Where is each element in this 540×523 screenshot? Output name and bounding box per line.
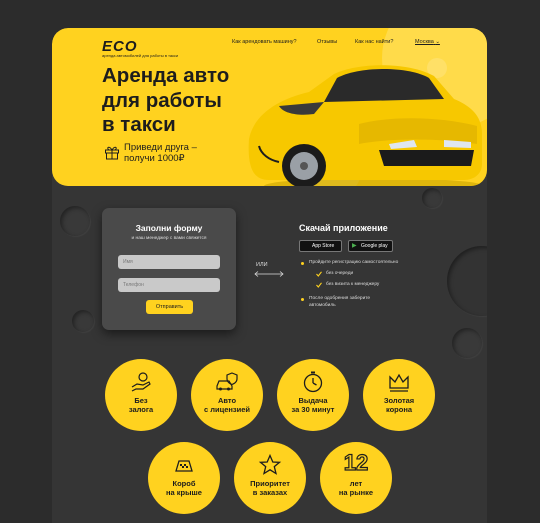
feature-priority-orders: Приоритет в заказах — [234, 442, 306, 514]
car-shield-icon — [216, 372, 238, 391]
feature-label: лет на рынке — [320, 479, 392, 497]
or-separator: ИЛИ — [256, 262, 268, 268]
form-subtitle: и наш менеджер с вами свяжется — [131, 236, 207, 241]
feature-no-deposit: Без залога — [105, 359, 177, 431]
feature-licensed-car: Авто с лицензией — [191, 359, 263, 431]
feature-label: Авто с лицензией — [191, 396, 263, 414]
taxi-sign-icon — [175, 460, 193, 472]
feature-fast-issue: Выдача за 30 минут — [277, 359, 349, 431]
referral-promo: Приведи друга – получи 1000₽ — [124, 142, 197, 164]
form-title: Заполни форму — [135, 223, 203, 233]
googleplay-label: Google play — [361, 243, 388, 249]
feature-label-line: Золотая — [383, 396, 415, 405]
landing-page: ECO аренда автомобилей для работы в такс… — [52, 28, 487, 523]
feature-label-line: корона — [385, 405, 413, 414]
appstore-button[interactable]: App Store — [299, 240, 342, 252]
name-input[interactable]: Имя — [118, 255, 220, 269]
feature-label-line: на рынке — [338, 488, 374, 497]
gift-icon — [105, 146, 119, 160]
promo-line: Приведи друга – — [124, 142, 197, 153]
deco-circle — [452, 328, 482, 358]
app-download-title: Скачай приложение — [299, 223, 388, 233]
years-number: 12 — [343, 449, 369, 475]
hand-coin-icon — [131, 372, 151, 392]
step-line: После одобрения заберите — [309, 296, 371, 301]
brand-logo[interactable]: ECO аренда автомобилей для работы в такс… — [102, 38, 182, 60]
feature-label-line: с лицензией — [203, 405, 251, 414]
feature-label-line: Короб — [172, 479, 196, 488]
step-pickup: После одобрения заберите автомобиль — [309, 296, 370, 309]
deco-circle — [72, 310, 94, 332]
feature-label-line: на крыше — [166, 488, 202, 497]
feature-label-line: за 30 минут — [291, 405, 335, 414]
hero-title-line: в такси — [102, 113, 176, 137]
feature-golden-crown: Золотая корона — [363, 359, 435, 431]
feature-label-line: залога — [128, 405, 154, 414]
check-icon — [316, 282, 322, 288]
step-line: автомобиль — [309, 302, 336, 308]
lead-form: Заполни форму и наш менеджер с вами свяж… — [102, 208, 236, 330]
feature-roof-sign: Короб на крыше — [148, 442, 220, 514]
feature-label: Без залога — [105, 396, 177, 414]
check-no-visit: без визита к менеджеру — [326, 282, 380, 287]
star-icon — [258, 453, 282, 475]
hero-title-line: Аренда авто — [102, 64, 230, 87]
nav-link-how-to-rent[interactable]: Как арендовать машину? — [232, 39, 297, 45]
step-register: Пройдите регистрацию самостоятельно — [309, 260, 399, 265]
stopwatch-icon — [303, 371, 323, 393]
feature-label-line: Выдача — [298, 396, 328, 405]
yellow-taxi-car-image — [248, 65, 484, 186]
crown-icon — [389, 373, 409, 392]
googleplay-button[interactable]: ▶ Google play — [348, 240, 393, 252]
city-label: Москва — [415, 39, 434, 45]
check-no-queue: без очереди — [326, 271, 354, 276]
check-icon — [316, 271, 322, 277]
hero-title: Аренда авто для работы в такси — [102, 64, 262, 138]
double-arrow-icon — [254, 271, 284, 277]
play-icon: ▶ — [352, 243, 357, 249]
nav-link-reviews[interactable]: Отзывы — [317, 39, 337, 45]
feature-label: Короб на крыше — [148, 479, 220, 497]
city-selector[interactable]: Москва ⌄ — [415, 39, 440, 45]
appstore-label: App Store — [312, 243, 335, 249]
feature-years-on-market: 12 лет на рынке — [320, 442, 392, 514]
nav-link-location[interactable]: Как нас найти? — [355, 39, 393, 45]
bullet-dot — [301, 262, 304, 265]
deco-circle — [447, 246, 487, 316]
chevron-down-icon: ⌄ — [435, 39, 440, 45]
feature-label-line: Приоритет — [250, 479, 290, 488]
feature-label: Выдача за 30 минут — [277, 396, 349, 414]
promo-line: получи 1000₽ — [124, 153, 185, 164]
submit-button[interactable]: Отправить — [146, 300, 193, 314]
feature-label-line: в заказах — [252, 488, 288, 497]
bullet-dot — [301, 298, 304, 301]
feature-label-line: лет — [349, 479, 363, 488]
feature-label: Приоритет в заказах — [234, 479, 306, 497]
hero-banner: ECO аренда автомобилей для работы в такс… — [52, 28, 487, 186]
feature-label-line: Без — [134, 396, 148, 405]
hero-title-line: для работы — [102, 88, 222, 112]
feature-label: Золотая корона — [363, 396, 435, 414]
phone-input[interactable]: Телефон — [118, 278, 220, 292]
deco-circle — [422, 188, 442, 208]
deco-circle — [60, 206, 90, 236]
logo-tagline: аренда автомобилей для работы в такси — [102, 53, 179, 58]
feature-label-line: Авто — [217, 396, 237, 405]
